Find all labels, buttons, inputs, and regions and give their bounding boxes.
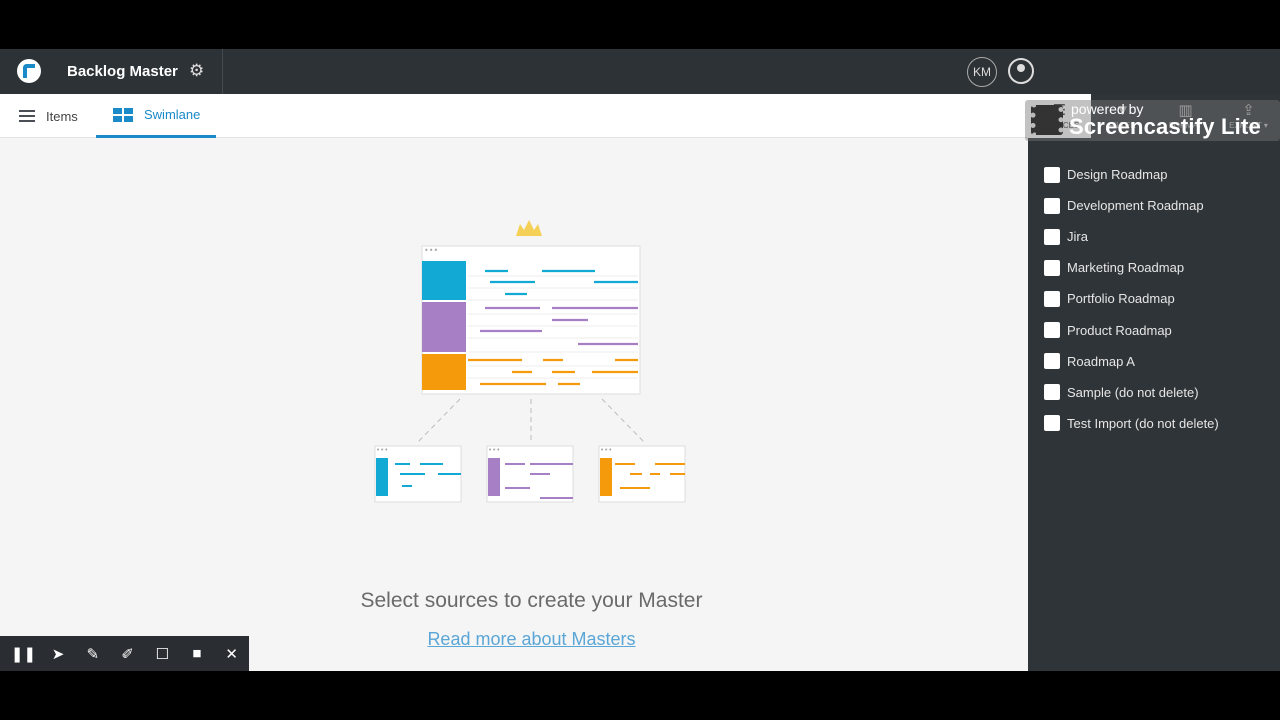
source-item[interactable]: Jira bbox=[1044, 221, 1219, 252]
masters-illustration: ••• ••• ••• ••• bbox=[374, 220, 686, 503]
source-item[interactable]: Product Roadmap bbox=[1044, 314, 1219, 345]
crown-icon bbox=[516, 220, 542, 236]
tab-swimlane[interactable]: Swimlane bbox=[96, 94, 216, 138]
watermark-brand-text: Screencastify Lite bbox=[1069, 114, 1261, 139]
source-item[interactable]: Design Roadmap bbox=[1044, 159, 1219, 190]
source-label: Jira bbox=[1067, 229, 1088, 245]
source-label: Marketing Roadmap bbox=[1067, 260, 1185, 276]
source-checkbox[interactable] bbox=[1044, 384, 1060, 401]
view-tabs: Items Swimlane bbox=[0, 94, 1028, 138]
source-card-purple: ••• bbox=[486, 445, 574, 503]
source-label: Roadmap A bbox=[1067, 353, 1135, 369]
tab-items-label: Items bbox=[46, 108, 78, 124]
sources-panel: ☰ SOURCES ▼ FILTER ▥ FORMAT ⇪ EXPORT ▾ D… bbox=[1028, 94, 1280, 671]
source-label: Design Roadmap bbox=[1067, 167, 1168, 183]
gear-icon[interactable]: ⚙ bbox=[189, 61, 204, 81]
source-label: Sample (do not delete) bbox=[1067, 384, 1199, 400]
app-title: Backlog Master bbox=[67, 63, 178, 80]
tab-items[interactable]: Items bbox=[19, 94, 78, 138]
source-item[interactable]: Development Roadmap bbox=[1044, 190, 1219, 221]
source-item[interactable]: Roadmap A bbox=[1044, 346, 1219, 377]
master-card: ••• bbox=[421, 245, 641, 395]
svg-text:•••: ••• bbox=[376, 446, 388, 454]
tab-swimlane-label: Swimlane bbox=[144, 107, 201, 122]
film-icon bbox=[1031, 105, 1063, 135]
screencastify-watermark: powered by Screencastify Lite bbox=[1025, 100, 1280, 141]
app-logo-icon[interactable] bbox=[17, 59, 41, 83]
user-icon[interactable] bbox=[1008, 58, 1034, 84]
pen-icon[interactable]: ✎ bbox=[75, 636, 110, 671]
svg-text:•••: ••• bbox=[424, 246, 438, 255]
source-label: Product Roadmap bbox=[1067, 322, 1172, 338]
source-checkbox[interactable] bbox=[1044, 166, 1060, 183]
svg-text:•••: ••• bbox=[488, 446, 500, 454]
source-list: Design Roadmap Development Roadmap Jira … bbox=[1044, 159, 1219, 439]
grid-icon bbox=[113, 107, 133, 122]
source-checkbox[interactable] bbox=[1044, 322, 1060, 339]
list-icon bbox=[19, 110, 35, 122]
source-checkbox[interactable] bbox=[1044, 290, 1060, 307]
source-card-blue: ••• bbox=[374, 445, 462, 503]
pointer-icon[interactable]: ➤ bbox=[41, 636, 76, 671]
source-item[interactable]: Marketing Roadmap bbox=[1044, 252, 1219, 283]
source-checkbox[interactable] bbox=[1044, 415, 1060, 432]
source-checkbox[interactable] bbox=[1044, 197, 1060, 214]
avatar[interactable]: KM bbox=[967, 57, 997, 87]
rectangle-icon[interactable]: ☐ bbox=[145, 636, 180, 671]
main-content: ••• ••• ••• ••• Select sources to create… bbox=[0, 139, 1028, 671]
app-window: Backlog Master ⚙ KM Items Swimlane ••• •… bbox=[0, 49, 1280, 671]
source-label: Portfolio Roadmap bbox=[1067, 291, 1175, 307]
source-item[interactable]: Test Import (do not delete) bbox=[1044, 408, 1219, 439]
pause-icon[interactable]: ❚❚ bbox=[6, 636, 41, 671]
source-checkbox[interactable] bbox=[1044, 228, 1060, 245]
svg-text:•••: ••• bbox=[600, 446, 612, 454]
source-label: Development Roadmap bbox=[1067, 198, 1204, 214]
empty-state-message: Select sources to create your Master bbox=[360, 589, 703, 612]
source-item[interactable]: Portfolio Roadmap bbox=[1044, 283, 1219, 314]
source-item[interactable]: Sample (do not delete) bbox=[1044, 377, 1219, 408]
top-bar: Backlog Master ⚙ KM bbox=[0, 49, 1280, 94]
connector-lines bbox=[417, 398, 645, 443]
letterbox-bottom bbox=[0, 671, 1280, 720]
source-label: Test Import (do not delete) bbox=[1067, 415, 1219, 431]
source-checkbox[interactable] bbox=[1044, 259, 1060, 276]
source-card-orange: ••• bbox=[598, 445, 686, 503]
letterbox-top bbox=[0, 0, 1280, 49]
recorder-toolbar: ❚❚ ➤ ✎ ✐ ☐ ■ ✕ bbox=[0, 636, 249, 671]
topbar-divider bbox=[222, 49, 223, 94]
source-checkbox[interactable] bbox=[1044, 353, 1060, 370]
camera-icon[interactable]: ■ bbox=[180, 636, 215, 671]
close-icon[interactable]: ✕ bbox=[214, 636, 249, 671]
highlighter-icon[interactable]: ✐ bbox=[110, 636, 145, 671]
